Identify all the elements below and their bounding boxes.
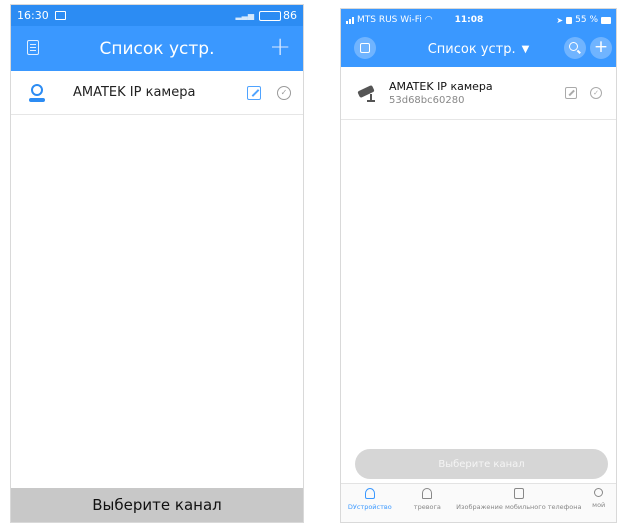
device-serial: 53d68bc60280 xyxy=(389,95,465,106)
ios-nav-bar: Список устр. ▼ + xyxy=(341,31,616,67)
ios-status-bar: MTS RUS Wi-Fi ◠ 11:08 ➤ 55 % xyxy=(341,9,616,31)
battery-indicator: 86 xyxy=(259,9,297,22)
plus-icon[interactable]: + xyxy=(590,37,612,59)
tab-label: DУстройство xyxy=(347,503,392,511)
select-channel-button[interactable]: Выберите канал xyxy=(355,449,608,479)
android-nav-bar: Список устр. + xyxy=(11,26,303,71)
battery-level: 55 % xyxy=(575,15,598,25)
check-circle-icon[interactable]: ✓ xyxy=(590,87,602,99)
search-icon[interactable] xyxy=(564,37,586,59)
plus-icon[interactable]: + xyxy=(269,33,291,61)
edit-icon[interactable] xyxy=(247,85,261,100)
page-title: Список устр. xyxy=(99,38,215,59)
caret-down-icon: ▼ xyxy=(521,43,530,55)
device-name: AMATEK IP камера xyxy=(389,80,493,93)
check-circle-icon[interactable]: ✓ xyxy=(277,85,291,100)
tab-bar: DУстройство тревога Изображение мобильно… xyxy=(341,483,616,522)
tab-phone-images[interactable]: Изображение мобильного телефона xyxy=(456,484,581,522)
camera-icon xyxy=(357,84,379,102)
phone-image-icon xyxy=(513,488,524,499)
battery-level: 86 xyxy=(283,9,297,22)
android-phone-screen: 16:30 ▂▃▅ 86 Список устр. + AMATEK IP ка… xyxy=(10,4,304,523)
status-time: 11:08 xyxy=(454,15,484,25)
battery-icon xyxy=(601,16,611,24)
ios-header: MTS RUS Wi-Fi ◠ 11:08 ➤ 55 % Список устр… xyxy=(341,9,616,67)
tab-devices[interactable]: DУстройство xyxy=(341,484,399,522)
tab-label: тревога xyxy=(413,503,441,511)
tab-label: мой xyxy=(592,501,606,509)
user-icon xyxy=(594,488,604,497)
gallery-notification-icon xyxy=(54,11,66,20)
carrier-name: MTS RUS Wi-Fi xyxy=(357,15,422,25)
wifi-icon: ◠ xyxy=(424,15,433,25)
tab-label: Изображение мобильного телефона xyxy=(456,503,582,511)
signal-bars-icon xyxy=(346,16,354,24)
battery-icon xyxy=(259,10,281,21)
device-info: AMATEK IP камера 53d68bc60280 xyxy=(389,80,565,106)
page-title: Список устр. xyxy=(427,41,516,57)
device-person-icon xyxy=(27,83,47,103)
tab-alarm[interactable]: тревога xyxy=(399,484,457,522)
select-channel-button[interactable]: Выберите канал xyxy=(11,488,303,522)
page-title-dropdown[interactable]: Список устр. ▼ xyxy=(428,42,530,57)
android-status-bar: 16:30 ▂▃▅ 86 xyxy=(11,5,303,26)
device-list-item[interactable]: AMATEK IP камера 53d68bc60280 ✓ xyxy=(341,67,616,120)
device-icon xyxy=(364,488,375,499)
status-time: 16:30 xyxy=(17,9,49,22)
device-list-item[interactable]: AMATEK IP камера ✓ xyxy=(11,71,303,115)
ios-phone-screen: MTS RUS Wi-Fi ◠ 11:08 ➤ 55 % Список устр… xyxy=(340,8,617,523)
scan-icon[interactable] xyxy=(354,37,376,59)
device-name: AMATEK IP камера xyxy=(73,85,196,100)
document-list-icon[interactable] xyxy=(27,40,39,55)
lock-icon xyxy=(566,16,573,24)
signal-icon: ▂▃▅ xyxy=(235,11,254,20)
edit-icon[interactable] xyxy=(565,87,577,99)
tab-mine[interactable]: мой xyxy=(581,484,616,522)
bell-icon xyxy=(422,488,433,499)
location-arrow-icon: ➤ xyxy=(556,15,564,25)
